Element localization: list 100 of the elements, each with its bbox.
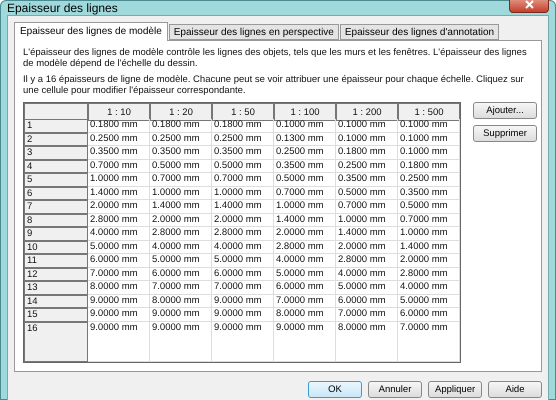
table-cell[interactable]: 2.0000 mm (274, 227, 336, 240)
row-header[interactable]: 7 (24, 200, 88, 214)
row-header[interactable]: 3 (24, 146, 88, 160)
table-cell[interactable]: 0.7000 mm (398, 214, 460, 227)
dialog-button[interactable]: OK (308, 381, 362, 398)
table-cell[interactable]: 1.4000 mm (150, 200, 212, 214)
table-cell[interactable]: 9.0000 mm (88, 294, 150, 308)
table-cell[interactable]: 9.0000 mm (150, 322, 212, 362)
column-header[interactable]: 1 : 20 (150, 103, 212, 121)
table-cell[interactable]: 0.1800 mm (88, 119, 150, 132)
table-cell[interactable]: 0.7000 mm (274, 186, 336, 200)
table-cell[interactable]: 9.0000 mm (150, 308, 212, 322)
table-cell[interactable]: 0.5000 mm (212, 160, 274, 173)
row-header[interactable]: 8 (24, 214, 88, 227)
table-cell[interactable]: 0.1000 mm (398, 132, 460, 146)
table-cell[interactable]: 0.2500 mm (212, 132, 274, 146)
table-cell[interactable]: 6.0000 mm (336, 294, 398, 308)
table-cell[interactable]: 0.3500 mm (336, 173, 398, 186)
table-cell[interactable]: 5.0000 mm (398, 294, 460, 308)
table-cell[interactable]: 0.2500 mm (336, 160, 398, 173)
column-header[interactable]: 1 : 500 (398, 103, 460, 121)
dialog-button[interactable]: Aide (488, 381, 542, 398)
table-cell[interactable]: 0.1000 mm (336, 132, 398, 146)
table-cell[interactable]: 7.0000 mm (336, 308, 398, 322)
table-cell[interactable]: 1.0000 mm (88, 173, 150, 186)
table-cell[interactable]: 1.0000 mm (336, 214, 398, 227)
table-cell[interactable]: 0.2500 mm (398, 173, 460, 186)
row-header[interactable]: 6 (24, 186, 88, 200)
row-header[interactable]: 10 (24, 240, 88, 254)
row-header[interactable]: 11 (24, 254, 88, 268)
row-header[interactable]: 5 (24, 173, 88, 186)
row-header[interactable]: 12 (24, 268, 88, 281)
row-header[interactable]: 13 (24, 281, 88, 294)
table-cell[interactable]: 9.0000 mm (212, 322, 274, 362)
table-cell[interactable]: 1.4000 mm (274, 214, 336, 227)
column-header[interactable]: 1 : 10 (88, 103, 150, 121)
dialog-button[interactable]: Annuler (368, 381, 422, 398)
column-header[interactable]: 1 : 50 (212, 103, 274, 121)
table-cell[interactable]: 7.0000 mm (150, 281, 212, 294)
table-cell[interactable]: 0.3500 mm (212, 146, 274, 160)
table-cell[interactable]: 2.8000 mm (212, 227, 274, 240)
table-cell[interactable]: 9.0000 mm (88, 322, 150, 362)
table-cell[interactable]: 0.5000 mm (398, 200, 460, 214)
table-cell[interactable]: 1.4000 mm (336, 227, 398, 240)
table-cell[interactable]: 2.0000 mm (88, 200, 150, 214)
table-cell[interactable]: 2.8000 mm (398, 268, 460, 281)
table-cell[interactable]: 0.5000 mm (150, 160, 212, 173)
side-button[interactable]: Supprimer (473, 125, 537, 142)
table-cell[interactable]: 0.3500 mm (150, 146, 212, 160)
table-cell[interactable]: 4.0000 mm (398, 281, 460, 294)
table-cell[interactable]: 0.1800 mm (398, 160, 460, 173)
table-cell[interactable]: 6.0000 mm (274, 281, 336, 294)
table-cell[interactable]: 0.1000 mm (274, 119, 336, 132)
table-cell[interactable]: 0.3500 mm (398, 186, 460, 200)
table-cell[interactable]: 0.7000 mm (336, 200, 398, 214)
table-cell[interactable]: 7.0000 mm (398, 322, 460, 362)
table-cell[interactable]: 7.0000 mm (212, 281, 274, 294)
table-cell[interactable]: 2.0000 mm (212, 214, 274, 227)
column-header[interactable]: 1 : 200 (336, 103, 398, 121)
side-button[interactable]: Ajouter... (473, 102, 537, 119)
table-cell[interactable]: 0.2500 mm (88, 132, 150, 146)
table-cell[interactable]: 0.5000 mm (336, 186, 398, 200)
row-header[interactable]: 9 (24, 227, 88, 240)
table-cell[interactable]: 6.0000 mm (398, 308, 460, 322)
table-cell[interactable]: 0.7000 mm (88, 160, 150, 173)
table-cell[interactable]: 5.0000 mm (336, 281, 398, 294)
table-cell[interactable]: 7.0000 mm (274, 294, 336, 308)
dialog-button[interactable]: Appliquer (428, 381, 482, 398)
table-cell[interactable]: 4.0000 mm (88, 227, 150, 240)
table-cell[interactable]: 4.0000 mm (150, 240, 212, 254)
table-cell[interactable]: 5.0000 mm (274, 268, 336, 281)
table-cell[interactable]: 0.1300 mm (274, 132, 336, 146)
table-cell[interactable]: 0.2500 mm (274, 146, 336, 160)
table-cell[interactable]: 0.1800 mm (150, 119, 212, 132)
table-cell[interactable]: 6.0000 mm (150, 268, 212, 281)
table-cell[interactable]: 2.0000 mm (398, 254, 460, 268)
table-cell[interactable]: 8.0000 mm (88, 281, 150, 294)
tab[interactable]: Epaisseur des lignes en perspective (168, 24, 339, 40)
table-cell[interactable]: 0.5000 mm (274, 173, 336, 186)
table-cell[interactable]: 8.0000 mm (336, 322, 398, 362)
table-cell[interactable]: 4.0000 mm (274, 254, 336, 268)
table-cell[interactable]: 4.0000 mm (336, 268, 398, 281)
table-cell[interactable]: 5.0000 mm (150, 254, 212, 268)
table-cell[interactable]: 2.0000 mm (150, 214, 212, 227)
table-cell[interactable]: 1.4000 mm (212, 200, 274, 214)
table-cell[interactable]: 8.0000 mm (150, 294, 212, 308)
row-header[interactable]: 1 (24, 119, 88, 132)
table-cell[interactable]: 0.3500 mm (274, 160, 336, 173)
column-header[interactable]: 1 : 100 (274, 103, 336, 121)
table-cell[interactable]: 1.4000 mm (88, 186, 150, 200)
table-cell[interactable]: 7.0000 mm (88, 268, 150, 281)
table-cell[interactable]: 9.0000 mm (274, 322, 336, 362)
table-cell[interactable]: 0.1000 mm (398, 146, 460, 160)
table-cell[interactable]: 1.4000 mm (398, 240, 460, 254)
table-cell[interactable]: 2.0000 mm (336, 240, 398, 254)
table-cell[interactable]: 0.7000 mm (212, 173, 274, 186)
table-cell[interactable]: 1.0000 mm (274, 200, 336, 214)
table-cell[interactable]: 2.8000 mm (274, 240, 336, 254)
row-header[interactable]: 16 (24, 322, 88, 362)
table-cell[interactable]: 5.0000 mm (212, 254, 274, 268)
